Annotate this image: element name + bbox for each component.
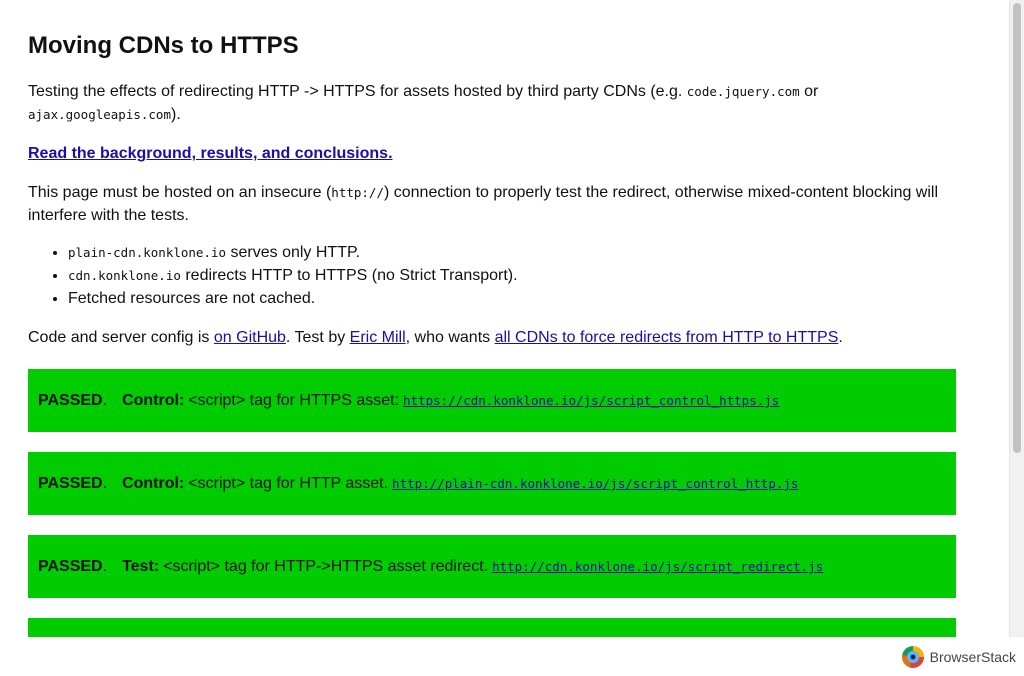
intro-code-jquery: code.jquery.com: [686, 84, 800, 99]
code-mid1: . Test by: [285, 329, 350, 346]
list-item: plain-cdn.konklone.io serves only HTTP.: [68, 241, 956, 264]
browserstack-logo-icon: [901, 646, 924, 668]
code-suffix: .: [838, 329, 843, 346]
code-paragraph: Code and server config is on GitHub. Tes…: [28, 326, 956, 349]
intro-prefix: Testing the effects of redirecting HTTP …: [28, 83, 687, 100]
hosted-paragraph: This page must be hosted on an insecure …: [28, 181, 956, 227]
test-kind: Control:: [122, 474, 185, 492]
bullet-code: cdn.konklone.io: [68, 268, 181, 283]
test-result-row: PASSED. Control: <script> tag for HTTP a…: [28, 452, 956, 515]
page-content: Moving CDNs to HTTPS Testing the effects…: [28, 0, 956, 637]
cdn-notes-list: plain-cdn.konklone.io serves only HTTP. …: [28, 241, 956, 310]
status-period: .: [102, 557, 108, 575]
intro-paragraph: Testing the effects of redirecting HTTP …: [28, 80, 956, 126]
force-redirects-link[interactable]: all CDNs to force redirects from HTTP to…: [495, 329, 839, 346]
test-asset-link[interactable]: http://plain-cdn.konklone.io/js/script_c…: [392, 476, 798, 491]
list-item: cdn.konklone.io redirects HTTP to HTTPS …: [68, 264, 956, 287]
test-description: <script> tag for HTTP->HTTPS asset redir…: [163, 557, 489, 575]
hosted-prefix: This page must be hosted on an insecure …: [28, 184, 332, 201]
github-link[interactable]: on GitHub: [214, 329, 286, 346]
read-paragraph: Read the background, results, and conclu…: [28, 142, 956, 165]
code-mid2: , who wants: [405, 329, 495, 346]
vertical-scrollbar[interactable]: [1009, 0, 1024, 637]
test-asset-link[interactable]: http://cdn.konklone.io/js/script_redirec…: [492, 559, 823, 574]
list-item: Fetched resources are not cached.: [68, 287, 956, 310]
browserstack-name: BrowserStack: [929, 649, 1016, 665]
browser-viewport: Moving CDNs to HTTPS Testing the effects…: [0, 0, 1009, 637]
test-status: PASSED: [38, 474, 103, 492]
test-kind: Test:: [122, 557, 160, 575]
bullet-code: plain-cdn.konklone.io: [68, 245, 227, 260]
status-period: .: [102, 391, 108, 409]
test-result-row: PASSED. Control: <script> tag for HTTPS …: [28, 369, 956, 432]
test-asset-link[interactable]: https://cdn.konklone.io/js/script_contro…: [403, 393, 779, 408]
test-result-row: PASSED. Test: <script> tag for HTTP->HTT…: [28, 535, 956, 598]
author-link[interactable]: Eric Mill: [350, 329, 406, 346]
intro-middle: or: [799, 83, 819, 100]
page-title: Moving CDNs to HTTPS: [28, 32, 299, 59]
status-period: .: [102, 474, 108, 492]
test-description: <script> tag for HTTPS asset:: [188, 391, 400, 409]
test-result-row: [28, 618, 956, 637]
test-description: <script> tag for HTTP asset.: [188, 474, 389, 492]
hosted-code-http: http://: [331, 185, 384, 200]
scrollbar-thumb[interactable]: [1013, 3, 1021, 453]
code-prefix: Code and server config is: [28, 329, 214, 346]
test-status: PASSED: [38, 557, 103, 575]
browserstack-footer: BrowserStack: [0, 637, 1024, 676]
bullet-text: redirects HTTP to HTTPS (no Strict Trans…: [180, 267, 518, 284]
intro-suffix: ).: [171, 106, 181, 123]
bullet-text: Fetched resources are not cached.: [68, 290, 316, 307]
test-status: PASSED: [38, 391, 103, 409]
browserstack-brand: BrowserStack: [901, 646, 1016, 668]
test-kind: Control:: [122, 391, 185, 409]
read-background-link[interactable]: Read the background, results, and conclu…: [28, 145, 393, 162]
intro-code-googleapis: ajax.googleapis.com: [28, 107, 171, 122]
bullet-text: serves only HTTP.: [226, 244, 361, 261]
